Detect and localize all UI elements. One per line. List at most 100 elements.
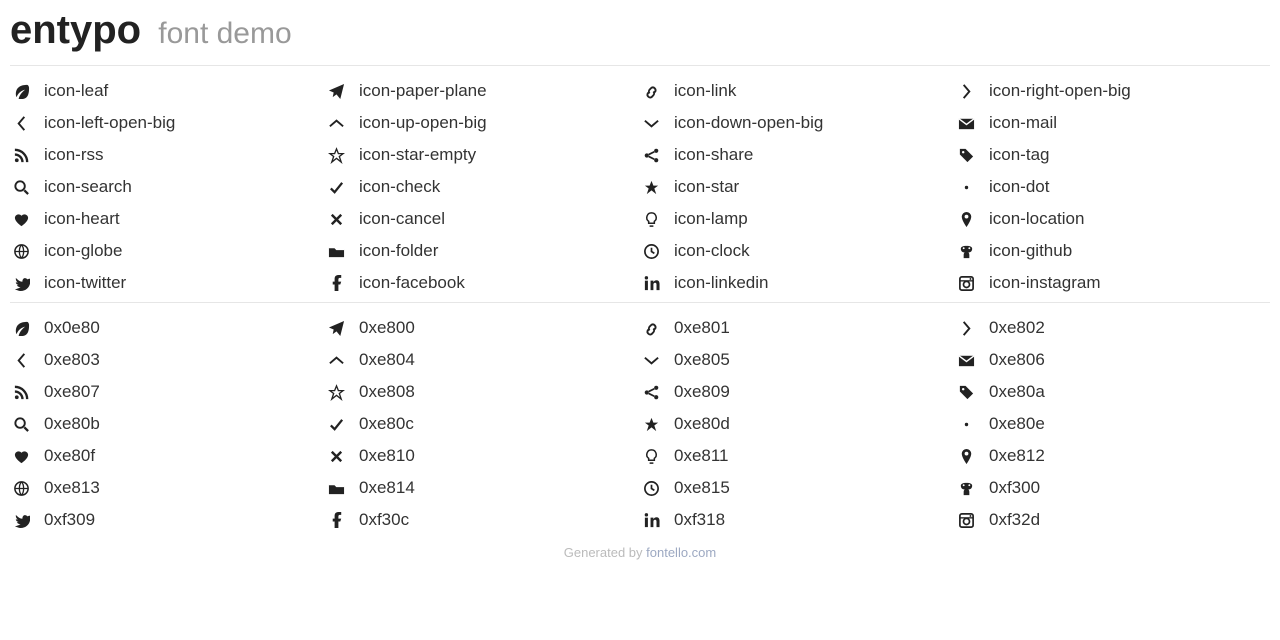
location-icon	[955, 448, 977, 465]
icon-name-label: icon-heart	[44, 209, 120, 229]
globe-icon	[10, 243, 32, 260]
folder-icon	[325, 243, 347, 260]
icon-row: 0xe805	[640, 349, 955, 371]
icon-row: 0xe807	[10, 381, 325, 403]
icon-code-label: 0xe814	[359, 478, 415, 498]
icon-row: 0xe800	[325, 317, 640, 339]
icon-row: icon-search	[10, 176, 325, 198]
icon-row: 0xe80c	[325, 413, 640, 435]
icon-name-label: icon-mail	[989, 113, 1057, 133]
footer-link[interactable]: fontello.com	[646, 545, 716, 560]
icon-name-label: icon-lamp	[674, 209, 748, 229]
icon-name-label: icon-rss	[44, 145, 104, 165]
icon-row: icon-cancel	[325, 208, 640, 230]
icon-name-label: icon-folder	[359, 241, 438, 261]
icon-name-label: icon-twitter	[44, 273, 126, 293]
icon-row: 0xe811	[640, 445, 955, 467]
up-open-big-icon	[325, 352, 347, 369]
icon-row: icon-linkedin	[640, 272, 955, 294]
icon-row: 0xe810	[325, 445, 640, 467]
icon-code-label: 0xe801	[674, 318, 730, 338]
star-icon	[640, 179, 662, 196]
globe-icon	[10, 480, 32, 497]
icon-row: 0xf309	[10, 509, 325, 531]
icon-row: 0xf32d	[955, 509, 1270, 531]
lamp-icon	[640, 448, 662, 465]
icon-name-label: icon-left-open-big	[44, 113, 175, 133]
icon-row: 0xe80a	[955, 381, 1270, 403]
icon-row: 0xe803	[10, 349, 325, 371]
icon-row: 0xe804	[325, 349, 640, 371]
icon-code-label: 0xe809	[674, 382, 730, 402]
icon-name-label: icon-facebook	[359, 273, 465, 293]
check-icon	[325, 416, 347, 433]
dot-icon	[955, 416, 977, 433]
icon-name-label: icon-up-open-big	[359, 113, 487, 133]
icon-name-label: icon-cancel	[359, 209, 445, 229]
icon-code-label: 0xe811	[674, 446, 729, 466]
down-open-big-icon	[640, 115, 662, 132]
title-subtitle: font demo	[158, 17, 291, 50]
icon-row: 0xe80d	[640, 413, 955, 435]
icon-code-label: 0xe803	[44, 350, 100, 370]
cancel-icon	[325, 448, 347, 465]
icon-row: 0xf30c	[325, 509, 640, 531]
icon-code-label: 0xe810	[359, 446, 415, 466]
icon-name-label: icon-paper-plane	[359, 81, 487, 101]
heart-icon	[10, 448, 32, 465]
icon-row: 0xe808	[325, 381, 640, 403]
icon-row: 0xe80f	[10, 445, 325, 467]
icon-name-label: icon-dot	[989, 177, 1049, 197]
footer: Generated by fontello.com	[10, 545, 1270, 560]
twitter-icon	[10, 512, 32, 529]
icon-name-label: icon-right-open-big	[989, 81, 1131, 101]
icon-row: icon-star	[640, 176, 955, 198]
icon-name-label: icon-link	[674, 81, 736, 101]
icon-row: 0xe80e	[955, 413, 1270, 435]
down-open-big-icon	[640, 352, 662, 369]
icon-row: icon-dot	[955, 176, 1270, 198]
icon-name-label: icon-location	[989, 209, 1084, 229]
linkedin-icon	[640, 512, 662, 529]
icon-code-label: 0xf318	[674, 510, 725, 530]
share-icon	[640, 384, 662, 401]
up-open-big-icon	[325, 115, 347, 132]
github-icon	[955, 480, 977, 497]
github-icon	[955, 243, 977, 260]
icon-name-label: icon-share	[674, 145, 753, 165]
icon-code-label: 0xe808	[359, 382, 415, 402]
icon-code-label: 0xe815	[674, 478, 730, 498]
icon-row: icon-star-empty	[325, 144, 640, 166]
search-icon	[10, 179, 32, 196]
title-main: entypo	[10, 8, 141, 52]
icon-code-label: 0xe812	[989, 446, 1045, 466]
icon-code-label: 0xe80e	[989, 414, 1045, 434]
icon-code-label: 0xe80c	[359, 414, 414, 434]
folder-icon	[325, 480, 347, 497]
icon-code-label: 0x0e80	[44, 318, 100, 338]
icon-name-label: icon-star-empty	[359, 145, 476, 165]
rss-icon	[10, 384, 32, 401]
icon-name-label: icon-clock	[674, 241, 750, 261]
icon-row: 0xe806	[955, 349, 1270, 371]
mail-icon	[955, 352, 977, 369]
icon-code-label: 0xf300	[989, 478, 1040, 498]
clock-icon	[640, 480, 662, 497]
icon-row: icon-github	[955, 240, 1270, 262]
icon-name-grid: icon-leaficon-paper-planeicon-linkicon-r…	[10, 80, 1270, 294]
facebook-icon	[325, 512, 347, 529]
icon-code-label: 0xe805	[674, 350, 730, 370]
icon-row: icon-globe	[10, 240, 325, 262]
left-open-big-icon	[10, 352, 32, 369]
icon-code-label: 0xf32d	[989, 510, 1040, 530]
icon-code-label: 0xe80b	[44, 414, 100, 434]
rss-icon	[10, 147, 32, 164]
icon-row: icon-tag	[955, 144, 1270, 166]
icon-code-label: 0xf309	[44, 510, 95, 530]
icon-row: icon-down-open-big	[640, 112, 955, 134]
right-open-big-icon	[955, 320, 977, 337]
icon-row: 0xe802	[955, 317, 1270, 339]
icon-code-grid: 0x0e800xe8000xe8010xe8020xe8030xe8040xe8…	[10, 317, 1270, 531]
icon-name-label: icon-down-open-big	[674, 113, 823, 133]
instagram-icon	[955, 275, 977, 292]
